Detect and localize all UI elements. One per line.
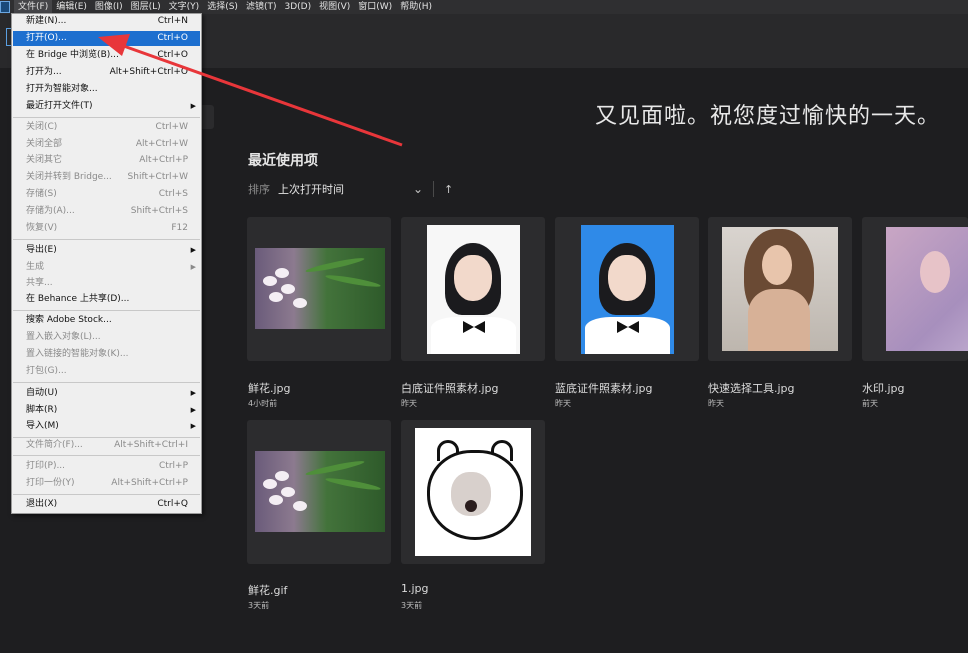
sort-direction-button[interactable]: ↑ xyxy=(444,183,453,196)
recent-file-thumb[interactable] xyxy=(862,217,968,361)
submenu-arrow-icon: ▶ xyxy=(190,246,196,254)
file-time: 前天 xyxy=(862,399,878,408)
cartoon-thumbnail xyxy=(415,428,531,556)
menu-item-share[interactable]: 共享... xyxy=(13,276,200,291)
menu-separator xyxy=(13,382,200,383)
divider xyxy=(433,181,434,197)
photoshop-logo-icon xyxy=(0,1,10,13)
menu-item-save[interactable]: 存储(S) Ctrl+S xyxy=(13,187,200,202)
file-name[interactable]: 1.jpg xyxy=(401,582,429,595)
sort-bar: 排序 上次打开时间 ⌄ ↑ xyxy=(248,180,453,198)
file-time: 昨天 xyxy=(555,399,571,408)
menu-image[interactable]: 图像(I) xyxy=(91,0,127,14)
submenu-arrow-icon: ▶ xyxy=(190,422,196,430)
menu-item-place-linked[interactable]: 置入链接的智能对象(K)... xyxy=(13,347,200,362)
menu-separator xyxy=(13,117,200,118)
file-name[interactable]: 快速选择工具.jpg xyxy=(708,380,795,396)
file-name[interactable]: 蓝底证件照素材.jpg xyxy=(555,380,653,396)
portrait-white-thumbnail xyxy=(427,225,520,354)
woman-thumbnail xyxy=(722,227,838,351)
recent-file-thumb[interactable] xyxy=(555,217,699,361)
recent-file-thumb[interactable] xyxy=(401,420,545,564)
file-time: 昨天 xyxy=(401,399,417,408)
file-time: 3天前 xyxy=(248,601,270,610)
menu-item-close[interactable]: 关闭(C) Ctrl+W xyxy=(13,120,200,135)
menu-3d[interactable]: 3D(D) xyxy=(280,0,315,14)
file-time: 3天前 xyxy=(401,601,423,610)
file-time: 昨天 xyxy=(708,399,724,408)
file-name[interactable]: 水印.jpg xyxy=(862,380,905,396)
menu-item-place-embedded[interactable]: 置入嵌入对象(L)... xyxy=(13,330,200,345)
menu-item-save-as[interactable]: 存储为(A)... Shift+Ctrl+S xyxy=(13,204,200,219)
portrait-blue-thumbnail xyxy=(581,225,674,354)
menu-separator xyxy=(13,239,200,240)
flower-thumbnail xyxy=(255,248,385,329)
menu-item-recent[interactable]: 最近打开文件(T) ▶ xyxy=(13,99,200,114)
submenu-arrow-icon: ▶ xyxy=(190,389,196,397)
menu-file[interactable]: 文件(F) xyxy=(14,0,53,14)
submenu-arrow-icon: ▶ xyxy=(190,102,196,110)
menu-separator xyxy=(13,494,200,495)
menu-layer[interactable]: 图层(L) xyxy=(127,0,165,14)
menu-item-generate[interactable]: 生成 ▶ xyxy=(13,260,200,275)
recent-file-thumb[interactable] xyxy=(401,217,545,361)
menu-item-new[interactable]: 新建(N)... Ctrl+N xyxy=(13,14,200,29)
menu-item-open[interactable]: 打开(O)... Ctrl+O xyxy=(13,31,200,46)
menu-item-package[interactable]: 打包(G)... xyxy=(13,364,200,379)
file-name[interactable]: 鲜花.jpg xyxy=(248,380,291,396)
menu-item-open-as[interactable]: 打开为... Alt+Shift+Ctrl+O xyxy=(13,65,200,80)
flower-thumbnail xyxy=(255,451,385,532)
side-panel-tab[interactable] xyxy=(200,105,214,129)
menu-separator xyxy=(13,455,200,456)
menu-item-bridge[interactable]: 在 Bridge 中浏览(B)... Ctrl+O xyxy=(13,48,200,63)
recent-file-thumb[interactable] xyxy=(247,420,391,564)
submenu-arrow-icon: ▶ xyxy=(190,406,196,414)
menu-edit[interactable]: 编辑(E) xyxy=(52,0,91,14)
menu-item-scripts[interactable]: 脚本(R) ▶ xyxy=(13,403,200,418)
watermark-thumbnail xyxy=(886,227,968,351)
menu-item-automate[interactable]: 自动(U) ▶ xyxy=(13,386,200,401)
menu-item-exit[interactable]: 退出(X) Ctrl+Q xyxy=(13,497,200,512)
menu-view[interactable]: 视图(V) xyxy=(315,0,354,14)
menu-help[interactable]: 帮助(H) xyxy=(396,0,436,14)
sort-label: 排序 xyxy=(248,183,270,196)
file-time: 4小时前 xyxy=(248,399,278,408)
menu-item-print[interactable]: 打印(P)... Ctrl+P xyxy=(13,459,200,474)
recent-file-thumb[interactable] xyxy=(708,217,852,361)
submenu-arrow-icon: ▶ xyxy=(190,263,196,271)
menu-item-file-info[interactable]: 文件简介(F)... Alt+Shift+Ctrl+I xyxy=(13,438,200,453)
menu-window[interactable]: 窗口(W) xyxy=(354,0,396,14)
sort-value: 上次打开时间 xyxy=(278,183,344,196)
menu-item-revert[interactable]: 恢复(V) F12 xyxy=(13,221,200,236)
menu-item-adobe-stock[interactable]: 搜索 Adobe Stock... xyxy=(13,313,200,328)
sort-dropdown[interactable]: 上次打开时间 ⌄ xyxy=(278,181,423,197)
menu-separator xyxy=(13,310,200,311)
recent-title: 最近使用项 xyxy=(248,153,318,169)
recent-file-thumb[interactable] xyxy=(247,217,391,361)
menu-item-behance[interactable]: 在 Behance 上共享(D)... xyxy=(13,292,200,307)
menu-item-close-others[interactable]: 关闭其它 Alt+Ctrl+P xyxy=(13,153,200,168)
menu-bar: 文件(F) 编辑(E) 图像(I) 图层(L) 文字(Y) 选择(S) 滤镜(T… xyxy=(0,0,968,14)
menu-type[interactable]: 文字(Y) xyxy=(165,0,204,14)
menu-item-close-bridge[interactable]: 关闭并转到 Bridge... Shift+Ctrl+W xyxy=(13,170,200,185)
menu-filter[interactable]: 滤镜(T) xyxy=(242,0,281,14)
menu-item-close-all[interactable]: 关闭全部 Alt+Ctrl+W xyxy=(13,137,200,152)
menu-item-export[interactable]: 导出(E) ▶ xyxy=(13,243,200,258)
file-name[interactable]: 白底证件照素材.jpg xyxy=(401,380,499,396)
chevron-down-icon: ⌄ xyxy=(412,182,423,196)
greeting-text: 又见面啦。祝您度过愉快的一天。 xyxy=(594,104,940,129)
file-menu-dropdown: 新建(N)... Ctrl+N 打开(O)... Ctrl+O 在 Bridge 中… xyxy=(11,13,202,514)
menu-item-print-one[interactable]: 打印一份(Y) Alt+Shift+Ctrl+P xyxy=(13,476,200,491)
file-name[interactable]: 鲜花.gif xyxy=(248,582,287,598)
menu-select[interactable]: 选择(S) xyxy=(203,0,242,14)
menu-item-import[interactable]: 导入(M) ▶ xyxy=(13,419,200,434)
menu-item-open-smart-object[interactable]: 打开为智能对象... xyxy=(13,82,200,97)
